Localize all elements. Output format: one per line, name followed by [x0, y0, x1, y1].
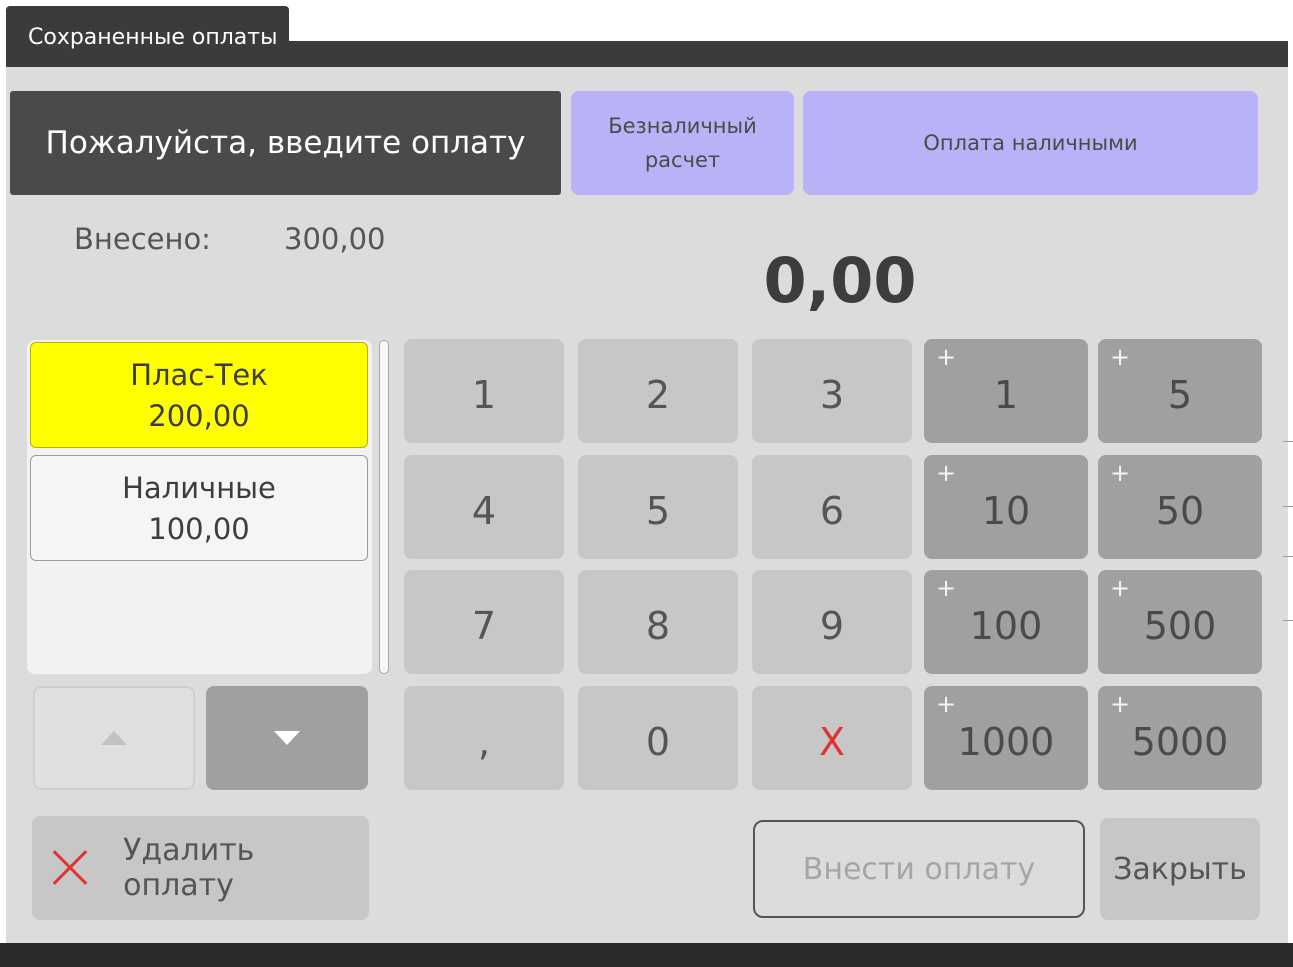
quick-add-500-button[interactable]: + 500	[1098, 570, 1262, 674]
key-label: 4	[471, 489, 497, 533]
key-label: 2	[645, 373, 671, 417]
quick-add-label: 5	[1167, 373, 1193, 417]
submit-payment-label: Внести оплату	[802, 851, 1036, 887]
paid-label: Внесено:	[74, 222, 211, 256]
quick-add-label: 10	[981, 489, 1031, 533]
key-1[interactable]: 1	[404, 339, 564, 443]
close-label: Закрыть	[1113, 851, 1247, 887]
edge-divider	[1283, 620, 1293, 621]
tab-label: Сохраненные оплаты	[28, 25, 278, 50]
plus-icon: +	[1110, 690, 1131, 718]
quick-add-label: 500	[1143, 604, 1217, 648]
clear-icon: X	[818, 720, 846, 764]
cashless-label-line2: расчет	[644, 148, 721, 172]
plus-icon: +	[1110, 574, 1131, 602]
key-4[interactable]: 4	[404, 455, 564, 559]
key-5[interactable]: 5	[578, 455, 738, 559]
key-8[interactable]: 8	[578, 570, 738, 674]
key-2[interactable]: 2	[578, 339, 738, 443]
payment-item[interactable]: Плас-Тек 200,00	[30, 342, 368, 448]
quick-add-label: 1000	[957, 720, 1055, 764]
delete-x-icon	[50, 848, 89, 888]
scroll-down-button[interactable]	[206, 686, 368, 790]
key-9[interactable]: 9	[752, 570, 912, 674]
entry-amount-display: 0,00	[763, 244, 917, 317]
right-edge	[1288, 41, 1293, 943]
quick-add-1-button[interactable]: + 1	[924, 339, 1088, 443]
quick-add-label: 100	[969, 604, 1043, 648]
plus-icon: +	[936, 343, 957, 371]
key-comma[interactable]: ,	[404, 686, 564, 790]
cashless-payment-button[interactable]: Безналичный расчет	[571, 91, 794, 195]
quick-add-label: 1	[993, 373, 1019, 417]
cash-label: Оплата наличными	[923, 131, 1138, 155]
quick-add-label: 50	[1155, 489, 1205, 533]
key-label: 8	[645, 604, 671, 648]
payment-item-amount: 200,00	[148, 399, 250, 433]
delete-payment-button[interactable]: Удалить оплату	[32, 816, 369, 920]
key-label: 0	[645, 720, 671, 764]
close-button[interactable]: Закрыть	[1100, 818, 1260, 920]
cashless-label-line1: Безналичный	[608, 114, 757, 138]
key-label: 3	[819, 373, 845, 417]
key-label: 7	[471, 604, 497, 648]
bottom-bar	[0, 943, 1293, 967]
payment-prompt: Пожалуйста, введите оплату	[10, 91, 561, 195]
cash-payment-button[interactable]: Оплата наличными	[803, 91, 1258, 195]
key-label: ,	[477, 720, 491, 764]
plus-icon: +	[936, 690, 957, 718]
key-7[interactable]: 7	[404, 570, 564, 674]
arrow-up-icon	[101, 731, 127, 745]
plus-icon: +	[936, 574, 957, 602]
key-label: 9	[819, 604, 845, 648]
quick-add-5-button[interactable]: + 5	[1098, 339, 1262, 443]
quick-add-100-button[interactable]: + 100	[924, 570, 1088, 674]
quick-add-label: 5000	[1131, 720, 1229, 764]
key-3[interactable]: 3	[752, 339, 912, 443]
arrow-down-icon	[274, 731, 300, 745]
payment-item-amount: 100,00	[148, 512, 250, 546]
key-6[interactable]: 6	[752, 455, 912, 559]
payment-item-name: Наличные	[122, 471, 276, 505]
quick-add-50-button[interactable]: + 50	[1098, 455, 1262, 559]
plus-icon: +	[936, 459, 957, 487]
edge-divider	[1283, 556, 1293, 557]
quick-add-10-button[interactable]: + 10	[924, 455, 1088, 559]
scroll-up-button[interactable]	[33, 686, 195, 790]
quick-add-1000-button[interactable]: + 1000	[924, 686, 1088, 790]
key-label: 6	[819, 489, 845, 533]
key-label: 1	[471, 373, 497, 417]
edge-divider	[1283, 506, 1293, 507]
key-clear[interactable]: X	[752, 686, 912, 790]
plus-icon: +	[1110, 459, 1131, 487]
plus-icon: +	[1110, 343, 1131, 371]
payment-item[interactable]: Наличные 100,00	[30, 455, 368, 561]
submit-payment-button[interactable]: Внести оплату	[753, 820, 1085, 918]
payments-list-scrollbar[interactable]	[379, 340, 389, 674]
saved-payments-window: Сохраненные оплаты Пожалуйста, введите о…	[0, 0, 1293, 967]
edge-divider	[1283, 441, 1293, 442]
paid-value: 300,00	[284, 222, 386, 256]
quick-add-5000-button[interactable]: + 5000	[1098, 686, 1262, 790]
tab-saved-payments[interactable]: Сохраненные оплаты	[6, 6, 289, 66]
key-label: 5	[645, 489, 671, 533]
key-0[interactable]: 0	[578, 686, 738, 790]
delete-payment-label: Удалить оплату	[123, 833, 255, 903]
payment-item-name: Плас-Тек	[130, 358, 268, 392]
payment-prompt-text: Пожалуйста, введите оплату	[45, 125, 526, 161]
